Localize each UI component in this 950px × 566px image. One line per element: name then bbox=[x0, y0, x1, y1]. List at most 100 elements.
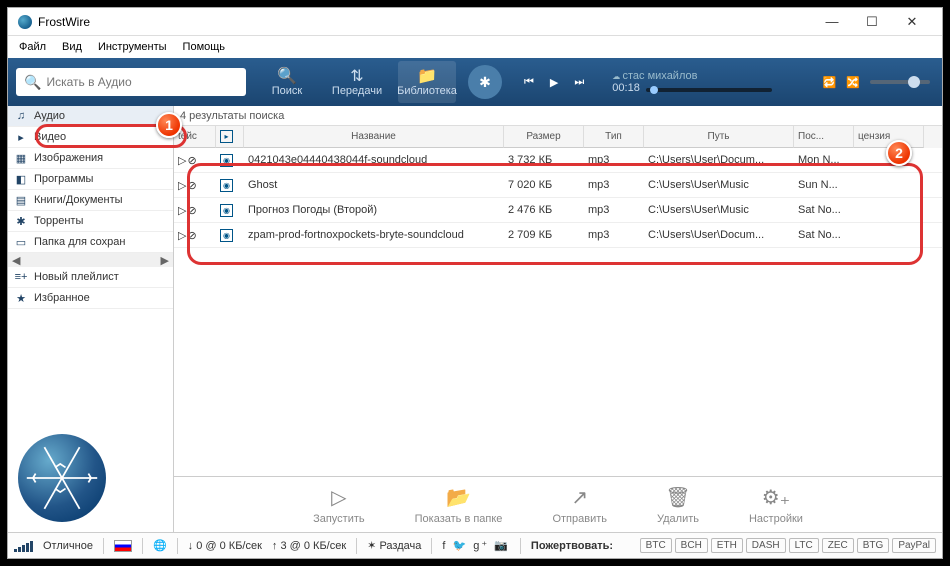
col-name[interactable]: Название bbox=[244, 126, 504, 148]
row-path: C:\Users\User\Music bbox=[644, 173, 794, 197]
vpn-icon[interactable]: 🌐 bbox=[153, 539, 167, 552]
table-row[interactable]: ▷ ⊘ ◉ zpam-prod-fortnoxpockets-bryte-sou… bbox=[174, 223, 942, 248]
menu-file[interactable]: Файл bbox=[12, 39, 53, 55]
next-button[interactable]: ⏭ bbox=[574, 76, 584, 89]
sidebar-item-images[interactable]: ▦Изображения bbox=[8, 148, 173, 169]
play-button[interactable]: ▶ bbox=[550, 76, 558, 89]
player-controls: ⏮ ▶ ⏭ bbox=[524, 76, 584, 89]
row-actions[interactable]: ▷ ⊘ bbox=[174, 173, 216, 197]
row-actions[interactable]: ▷ ⊘ bbox=[174, 198, 216, 222]
window-title: FrostWire bbox=[38, 15, 812, 29]
close-button[interactable]: ✕ bbox=[892, 8, 932, 36]
signal-icon bbox=[14, 540, 33, 552]
col-path[interactable]: Путь bbox=[644, 126, 794, 148]
content-pane: 4 результаты поиска tейс ▸ Название Разм… bbox=[174, 106, 942, 532]
col-type[interactable]: Тип bbox=[584, 126, 644, 148]
toolbar: 🔍 🔍 Поиск ⇅ Передачи 📁 Библиотека ✱ ⏮ ▶ … bbox=[8, 58, 942, 106]
crypto-eth[interactable]: ETH bbox=[711, 538, 743, 553]
action-play[interactable]: ▷Запустить bbox=[313, 485, 365, 525]
titlebar: FrostWire — ☐ ✕ bbox=[8, 8, 942, 36]
progress-bar[interactable] bbox=[646, 88, 772, 92]
search-input[interactable] bbox=[46, 75, 238, 89]
row-actions[interactable]: ▷ ⊘ bbox=[174, 223, 216, 247]
frostwire-logo-button[interactable]: ✱ bbox=[468, 65, 502, 99]
row-date: Sat No... bbox=[794, 223, 854, 247]
crypto-dash[interactable]: DASH bbox=[746, 538, 786, 553]
sidebar-item-newplaylist[interactable]: ≡+Новый плейлист bbox=[8, 267, 173, 288]
transfers-icon: ⇅ bbox=[350, 67, 363, 85]
row-name: Прогноз Погоды (Второй) bbox=[244, 198, 504, 222]
sidebar-item-torrents[interactable]: ✱Торренты bbox=[8, 211, 173, 232]
sidebar-item-savefolder[interactable]: ▭Папка для сохран bbox=[8, 232, 173, 253]
table-row[interactable]: ▷ ⊘ ◉ Ghost 7 020 КБ mp3 C:\Users\User\M… bbox=[174, 173, 942, 198]
menu-view[interactable]: Вид bbox=[55, 39, 89, 55]
row-size: 2 476 КБ bbox=[504, 198, 584, 222]
sidebar-item-video[interactable]: ▸Видео bbox=[8, 127, 173, 148]
sidebar-item-programs[interactable]: ◧Программы bbox=[8, 169, 173, 190]
right-controls: 🔁 🔀 bbox=[823, 76, 930, 89]
tab-search[interactable]: 🔍 Поиск bbox=[258, 61, 316, 103]
crypto-btg[interactable]: BTG bbox=[857, 538, 890, 553]
row-type: mp3 bbox=[584, 223, 644, 247]
row-type: mp3 bbox=[584, 148, 644, 172]
minimize-button[interactable]: — bbox=[812, 8, 852, 36]
row-name: zpam-prod-fortnoxpockets-bryte-soundclou… bbox=[244, 223, 504, 247]
donate-label: Пожертвовать: bbox=[531, 540, 613, 552]
table-row[interactable]: ▷ ⊘ ◉ 0421043e04440438044f-soundcloud 3 … bbox=[174, 148, 942, 173]
program-icon: ◧ bbox=[14, 173, 28, 186]
sidebar-item-starred[interactable]: ★Избранное bbox=[8, 288, 173, 309]
row-name: Ghost bbox=[244, 173, 504, 197]
share-icon: ↗ bbox=[571, 485, 588, 510]
action-send[interactable]: ↗Отправить bbox=[552, 485, 607, 525]
tab-library[interactable]: 📁 Библиотека bbox=[398, 61, 456, 103]
play-time: 00:18 bbox=[612, 82, 640, 94]
row-path: C:\Users\User\Music bbox=[644, 198, 794, 222]
maximize-button[interactable]: ☐ bbox=[852, 8, 892, 36]
action-delete[interactable]: 🗑Удалить bbox=[657, 485, 699, 525]
shuffle-button[interactable]: 🔀 bbox=[846, 76, 860, 89]
table-header: tейс ▸ Название Размер Тип Путь Пос... ц… bbox=[174, 126, 942, 148]
status-quality: Отличное bbox=[43, 540, 93, 552]
crypto-btc[interactable]: BTC bbox=[640, 538, 672, 553]
sidebar-item-documents[interactable]: ▤Книги/Документы bbox=[8, 190, 173, 211]
menu-help[interactable]: Помощь bbox=[176, 39, 233, 55]
row-type-icon: ◉ bbox=[216, 223, 244, 247]
crypto-bch[interactable]: BCH bbox=[675, 538, 708, 553]
flag-icon[interactable] bbox=[114, 540, 132, 552]
social-icons[interactable]: f 🐦 g⁺ 📷 bbox=[442, 539, 510, 552]
sidebar-scroll[interactable]: ◀▶ bbox=[8, 253, 173, 267]
volume-slider[interactable] bbox=[870, 80, 930, 84]
crypto-zec[interactable]: ZEC bbox=[822, 538, 854, 553]
menu-tools[interactable]: Инструменты bbox=[91, 39, 174, 55]
tab-transfers[interactable]: ⇅ Передачи bbox=[328, 61, 386, 103]
statusbar: Отличное 🌐 ↓ 0 @ 0 КБ/сек ↑ 3 @ 0 КБ/сек… bbox=[8, 532, 942, 558]
search-icon: 🔍 bbox=[24, 74, 41, 91]
row-actions[interactable]: ▷ ⊘ bbox=[174, 148, 216, 172]
row-type: mp3 bbox=[584, 198, 644, 222]
col-license[interactable]: цензия bbox=[854, 126, 924, 148]
col-date[interactable]: Пос... bbox=[794, 126, 854, 148]
action-showfolder[interactable]: 📂Показать в папке bbox=[415, 485, 503, 525]
prev-button[interactable]: ⏮ bbox=[524, 76, 534, 89]
star-icon: ★ bbox=[14, 292, 28, 305]
logo-area bbox=[8, 424, 173, 532]
torrent-icon: ✱ bbox=[14, 215, 28, 228]
row-date: Mon N... bbox=[794, 148, 854, 172]
table-row[interactable]: ▷ ⊘ ◉ Прогноз Погоды (Второй) 2 476 КБ m… bbox=[174, 198, 942, 223]
results-header: 4 результаты поиска bbox=[174, 106, 942, 126]
crypto-paypal[interactable]: PayPal bbox=[892, 538, 936, 553]
frostwire-logo bbox=[18, 434, 106, 522]
col-size[interactable]: Размер bbox=[504, 126, 584, 148]
sidebar: ♫Аудио▾ ▸Видео ▦Изображения ◧Программы ▤… bbox=[8, 106, 174, 532]
actionbar: ▷Запустить 📂Показать в папке ↗Отправить … bbox=[174, 476, 942, 532]
col-icon[interactable]: ▸ bbox=[216, 126, 244, 148]
action-settings[interactable]: ⚙₊Настройки bbox=[749, 485, 803, 525]
col-actions[interactable]: tейс bbox=[174, 126, 216, 148]
crypto-ltc[interactable]: LTC bbox=[789, 538, 819, 553]
sidebar-item-audio[interactable]: ♫Аудио▾ bbox=[8, 106, 173, 127]
repeat-button[interactable]: 🔁 bbox=[823, 76, 837, 89]
row-name: 0421043e04440438044f-soundcloud bbox=[244, 148, 504, 172]
seed-status[interactable]: ✶ Раздача bbox=[367, 539, 421, 552]
row-size: 7 020 КБ bbox=[504, 173, 584, 197]
search-box[interactable]: 🔍 bbox=[16, 68, 246, 96]
